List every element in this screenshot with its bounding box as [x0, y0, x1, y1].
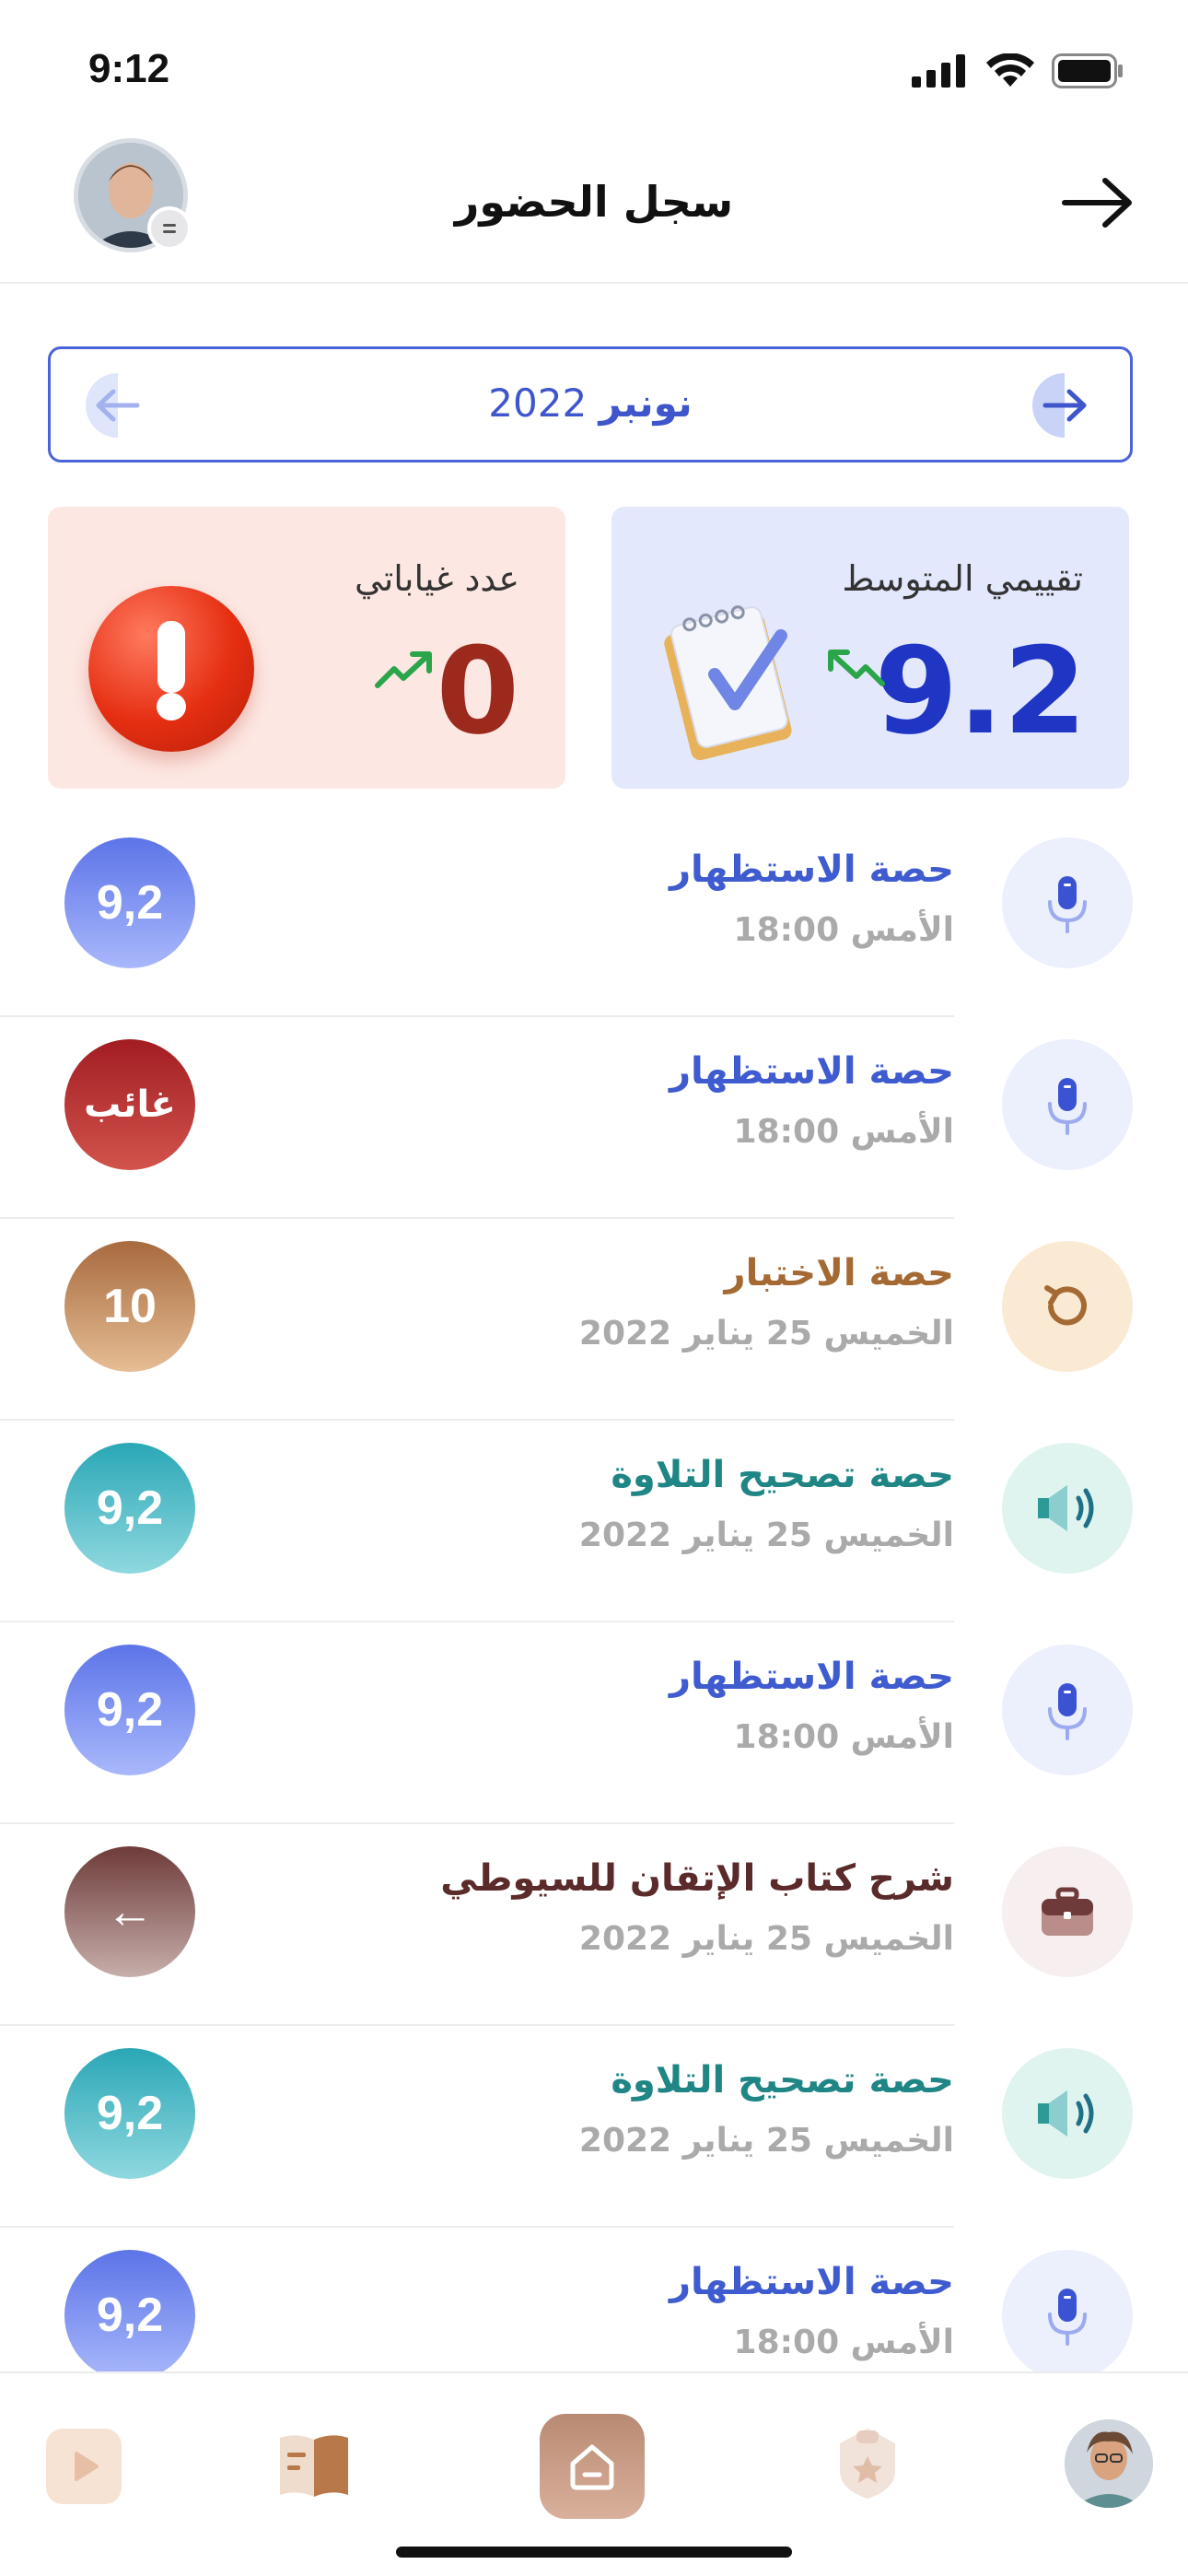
session-row[interactable]: حصة الاستظهار الأمس 18:00 غائب: [0, 1017, 1188, 1219]
session-date: الأمس 18:00: [733, 2324, 954, 2361]
clipboard-check-icon: [664, 605, 792, 761]
trend-up-icon: [828, 650, 885, 686]
session-score-badge: 9,2: [64, 2048, 195, 2179]
session-title: حصة الاستظهار: [669, 849, 954, 891]
book-icon[interactable]: [274, 2425, 354, 2504]
session-row[interactable]: حصة الاستظهار الأمس 18:00 9,2: [0, 815, 1188, 1017]
session-score-badge: 9,2: [64, 837, 195, 968]
session-score-badge: 9,2: [64, 2250, 195, 2381]
microphone-icon: [1002, 837, 1133, 968]
battery-icon: [1052, 53, 1123, 88]
session-title: حصة الاستظهار: [669, 2261, 954, 2303]
session-row[interactable]: حصة الاستظهار الأمس 18:00 9,2: [0, 1622, 1188, 1824]
absences-label: عدد غياباتي: [355, 558, 519, 599]
session-score-badge: 9,2: [64, 1645, 195, 1775]
home-indicator: [396, 2547, 792, 2558]
badge-icon[interactable]: [829, 2425, 906, 2502]
session-date: الأمس 18:00: [733, 911, 954, 949]
open-session-button[interactable]: ←: [64, 1846, 195, 1977]
session-date: الخميس 25 يناير 2022: [578, 1516, 954, 1554]
microphone-icon: [1002, 2250, 1133, 2381]
session-date: الخميس 25 يناير 2022: [578, 1315, 954, 1352]
next-month-arrow-icon[interactable]: [1032, 373, 1097, 438]
session-score-badge: 10: [64, 1241, 195, 1372]
profile-avatar[interactable]: [1065, 2419, 1153, 2508]
session-title: حصة تصحيح التلاوة: [611, 2059, 954, 2102]
home-icon: [570, 2444, 614, 2490]
play-icon: [75, 2452, 99, 2481]
month-year: 2022: [488, 381, 588, 426]
alert-icon: [88, 586, 254, 752]
status-bar: 9:12: [0, 0, 1188, 138]
tab-play[interactable]: [46, 2429, 122, 2504]
trend-up-icon: [375, 651, 432, 688]
wifi-icon: [986, 53, 1034, 87]
tab-bar: [0, 2371, 1188, 2576]
session-date: الأمس 18:00: [733, 1113, 954, 1151]
session-title: شرح كتاب الإتقان للسيوطي: [440, 1857, 954, 1900]
refresh-icon: [1002, 1241, 1133, 1372]
arrow-right-icon[interactable]: [1061, 175, 1135, 230]
session-title: حصة الاستظهار: [669, 1656, 954, 1698]
session-date: الخميس 25 يناير 2022: [578, 1920, 954, 1958]
page-title: سجل الحضور: [454, 177, 734, 227]
session-row[interactable]: حصة تصحيح التلاوة الخميس 25 يناير 2022 9,2: [0, 1421, 1188, 1622]
briefcase-icon: [1002, 1846, 1133, 1977]
session-row[interactable]: حصة الاختبار الخميس 25 يناير 2022 10: [0, 1219, 1188, 1421]
session-row[interactable]: شرح كتاب الإتقان للسيوطي الخميس 25 يناير …: [0, 1824, 1188, 2026]
session-title: حصة الاختبار: [724, 1252, 954, 1294]
microphone-icon: [1002, 1645, 1133, 1775]
status-time: 9:12: [88, 46, 170, 91]
speaker-icon: [1002, 1443, 1133, 1574]
month-selector: 2022 نونبر: [48, 346, 1133, 463]
average-label: تقييمي المتوسط: [842, 558, 1083, 599]
status-icons: [912, 53, 1124, 88]
microphone-icon: [1002, 1039, 1133, 1170]
session-title: حصة تصحيح التلاوة: [611, 1454, 954, 1496]
month-name: نونبر: [599, 381, 693, 426]
session-title: حصة الاستظهار: [669, 1050, 954, 1093]
session-score-badge: غائب: [64, 1039, 195, 1170]
sessions-list: حصة الاستظهار الأمس 18:00 9,2 حصة الاستظهار…: [0, 815, 1188, 2430]
profile-photo: [1065, 2419, 1153, 2508]
average-value: 9.2: [874, 621, 1087, 761]
absences-value: 0: [436, 621, 519, 761]
session-date: الخميس 25 يناير 2022: [578, 2122, 954, 2160]
speaker-icon: [1002, 2048, 1133, 2179]
session-date: الأمس 18:00: [733, 1718, 954, 1756]
absences-card: عدد غياباتي 0: [48, 507, 565, 789]
tab-home[interactable]: [540, 2414, 645, 2519]
session-score-badge: 9,2: [64, 1443, 195, 1574]
month-label: 2022 نونبر: [51, 381, 1130, 426]
average-card: تقييمي المتوسط 9.2: [611, 507, 1129, 789]
session-row[interactable]: حصة تصحيح التلاوة الخميس 25 يناير 2022 9,2: [0, 2026, 1188, 2228]
app-header: سجل الحضور: [0, 138, 1188, 284]
signal-icon: [912, 54, 965, 88]
